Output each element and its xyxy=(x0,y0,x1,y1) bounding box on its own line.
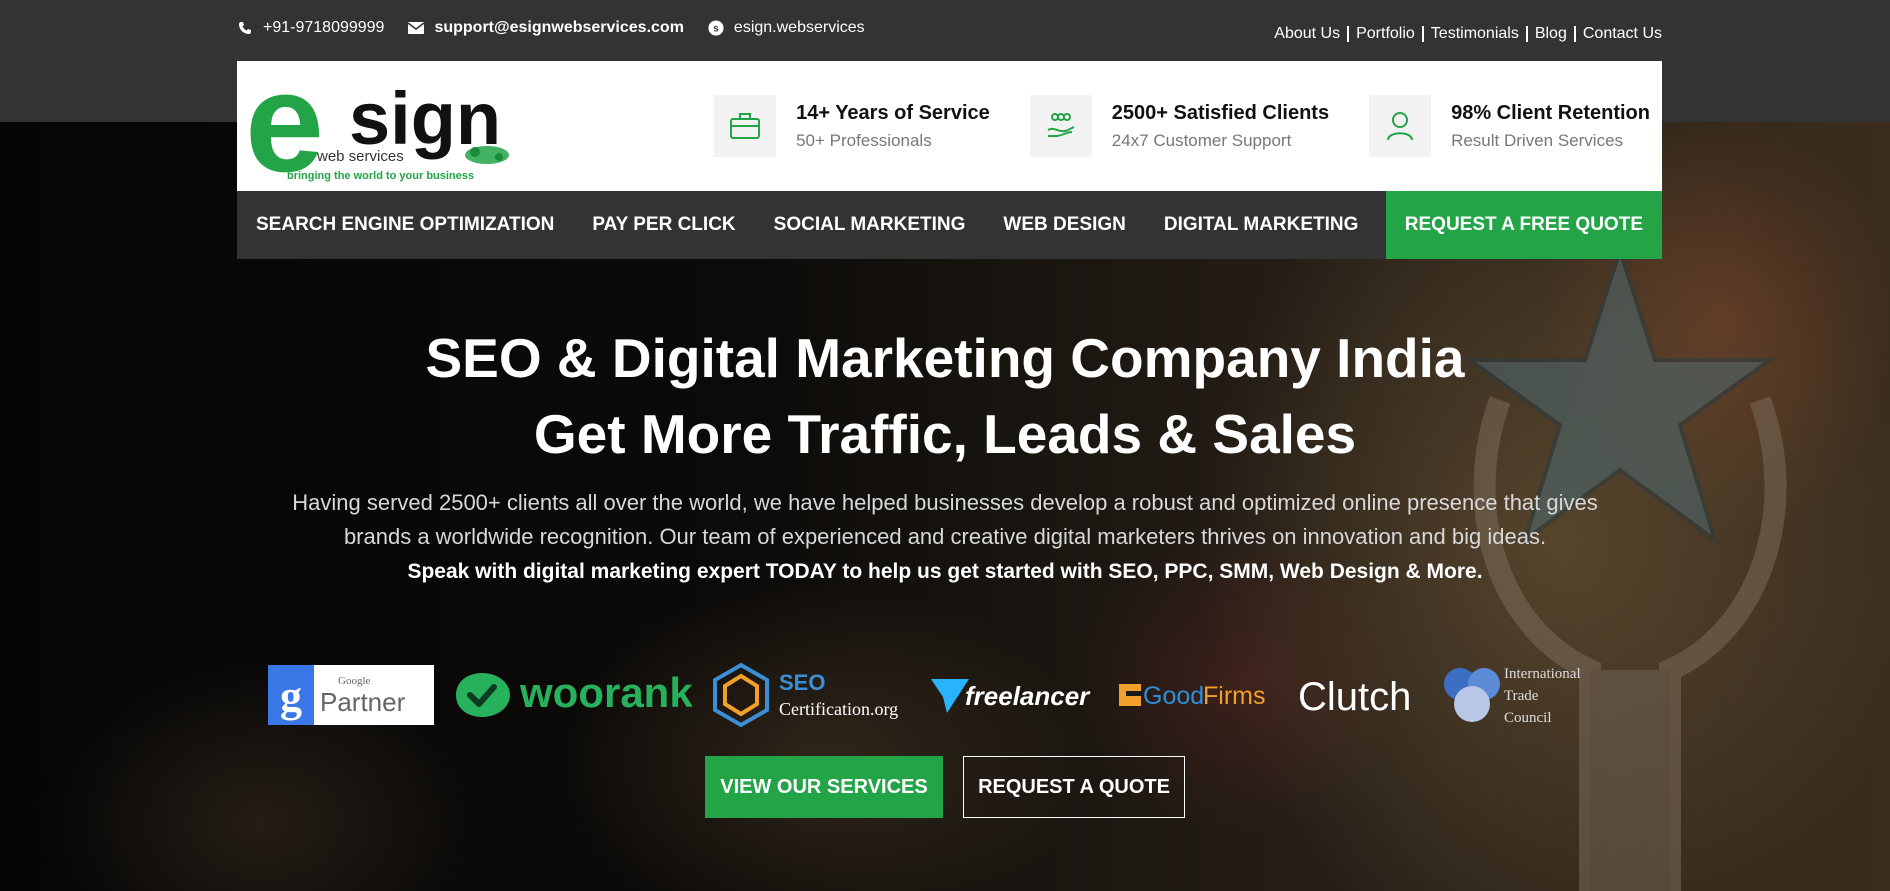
feature-title: 2500+ Satisfied Clients xyxy=(1111,101,1330,124)
top-links: About Us Portfolio Testimonials Blog Con… xyxy=(1267,25,1662,42)
freelancer-text: freelancer xyxy=(965,681,1091,711)
request-a-quote-button[interactable]: REQUEST A QUOTE xyxy=(963,756,1185,818)
hero-section: SEO & Digital Marketing Company India Ge… xyxy=(0,320,1890,584)
request-free-quote-button[interactable]: REQUEST A FREE QUOTE xyxy=(1385,191,1662,259)
top-link-portfolio[interactable]: Portfolio xyxy=(1349,25,1424,42)
hero-title-line2: Get More Traffic, Leads & Sales xyxy=(533,403,1357,465)
briefcase-icon xyxy=(714,95,777,157)
esign-logo[interactable]: e sign web services bringing the world t… xyxy=(237,43,527,202)
nav-item-social-marketing[interactable]: SOCIAL MARKETING xyxy=(755,214,985,236)
feature-title: 98% Client Retention xyxy=(1451,101,1650,124)
globe-map-icon xyxy=(465,146,509,164)
hero-callout: Speak with digital marketing expert TODA… xyxy=(407,560,1483,583)
clutch-text: Clutch xyxy=(1298,675,1411,719)
user-icon xyxy=(1369,95,1432,157)
top-bar: +91-9718099999 support@esignwebservices.… xyxy=(237,0,1662,61)
seo-cert-bottom: Certification.org xyxy=(779,699,898,719)
skype-icon: s xyxy=(708,19,724,36)
google-partner-small: Google xyxy=(338,675,371,687)
woorank-text: woorank xyxy=(519,669,692,716)
svg-text:s: s xyxy=(713,23,719,34)
goodfirms-badge: Good Firms xyxy=(1117,675,1277,715)
feature-years: 14+ Years of Service 50+ Professionals xyxy=(714,95,990,157)
itc-badge: International Trade Council xyxy=(1438,660,1608,730)
phone-icon xyxy=(237,20,253,36)
handshake-icon xyxy=(1029,95,1092,157)
nav-item-digital-marketing[interactable]: DIGITAL MARKETING xyxy=(1145,214,1378,236)
envelope-icon xyxy=(408,20,425,36)
feature-subtitle: 24x7 Customer Support xyxy=(1111,130,1292,150)
main-nav: SEARCH ENGINE OPTIMIZATION PAY PER CLICK… xyxy=(237,191,1662,259)
top-link-testimonials[interactable]: Testimonials xyxy=(1424,25,1528,42)
hero-buttons: VIEW OUR SERVICES REQUEST A QUOTE xyxy=(0,756,1890,818)
logo-tagline: bringing the world to your business xyxy=(287,170,474,182)
google-partner-badge: g Google Partner xyxy=(268,665,434,725)
itc-line2: Trade xyxy=(1504,688,1539,704)
google-partner-big: Partner xyxy=(320,687,406,717)
contact-info: +91-9718099999 support@esignwebservices.… xyxy=(237,19,879,37)
goodfirms-text-a: Good xyxy=(1143,682,1204,710)
feature-clients: 2500+ Satisfied Clients 24x7 Customer Su… xyxy=(1029,95,1330,157)
feature-subtitle: Result Driven Services xyxy=(1451,130,1624,150)
itc-line3: Council xyxy=(1504,710,1552,726)
seo-cert-top: SEO xyxy=(779,670,825,695)
top-link-about-us[interactable]: About Us xyxy=(1267,25,1350,42)
feature-list: 14+ Years of Service 50+ Professionals 2… xyxy=(714,95,1650,157)
top-link-contact-us[interactable]: Contact Us xyxy=(1576,25,1662,42)
feature-retention: 98% Client Retention Result Driven Servi… xyxy=(1369,95,1650,157)
goodfirms-text-b: Firms xyxy=(1203,682,1265,710)
woorank-badge: woorank xyxy=(452,667,692,723)
feature-title: 14+ Years of Service xyxy=(796,101,990,124)
nav-item-web-design[interactable]: WEB DESIGN xyxy=(984,214,1144,236)
nav-item-seo[interactable]: SEARCH ENGINE OPTIMIZATION xyxy=(237,214,573,236)
clutch-badge: Clutch xyxy=(1296,670,1420,720)
view-our-services-button[interactable]: VIEW OUR SERVICES xyxy=(705,756,943,818)
hero-description-line1: Having served 2500+ clients all over the… xyxy=(292,490,1598,515)
seo-certification-badge: SEO Certification.org xyxy=(711,662,911,728)
skype-handle[interactable]: esign.webservices xyxy=(734,19,865,37)
top-link-blog[interactable]: Blog xyxy=(1528,25,1576,42)
hero-description-line2: brands a worldwide recognition. Our team… xyxy=(343,524,1547,549)
feature-subtitle: 50+ Professionals xyxy=(796,130,932,150)
freelancer-badge: freelancer xyxy=(929,673,1099,717)
email-link[interactable]: support@esignwebservices.com xyxy=(434,19,683,37)
header: e sign web services bringing the world t… xyxy=(237,43,1662,202)
itc-line1: International xyxy=(1504,666,1581,682)
hero-title-line1: SEO & Digital Marketing Company India xyxy=(425,327,1465,389)
nav-item-ppc[interactable]: PAY PER CLICK xyxy=(573,214,754,236)
certification-badges: g Google Partner woorank SEO Certificati… xyxy=(268,660,1608,730)
svg-text:g: g xyxy=(280,672,302,721)
logo-subtitle: web services xyxy=(316,148,404,165)
phone-number[interactable]: +91-9718099999 xyxy=(263,19,384,37)
